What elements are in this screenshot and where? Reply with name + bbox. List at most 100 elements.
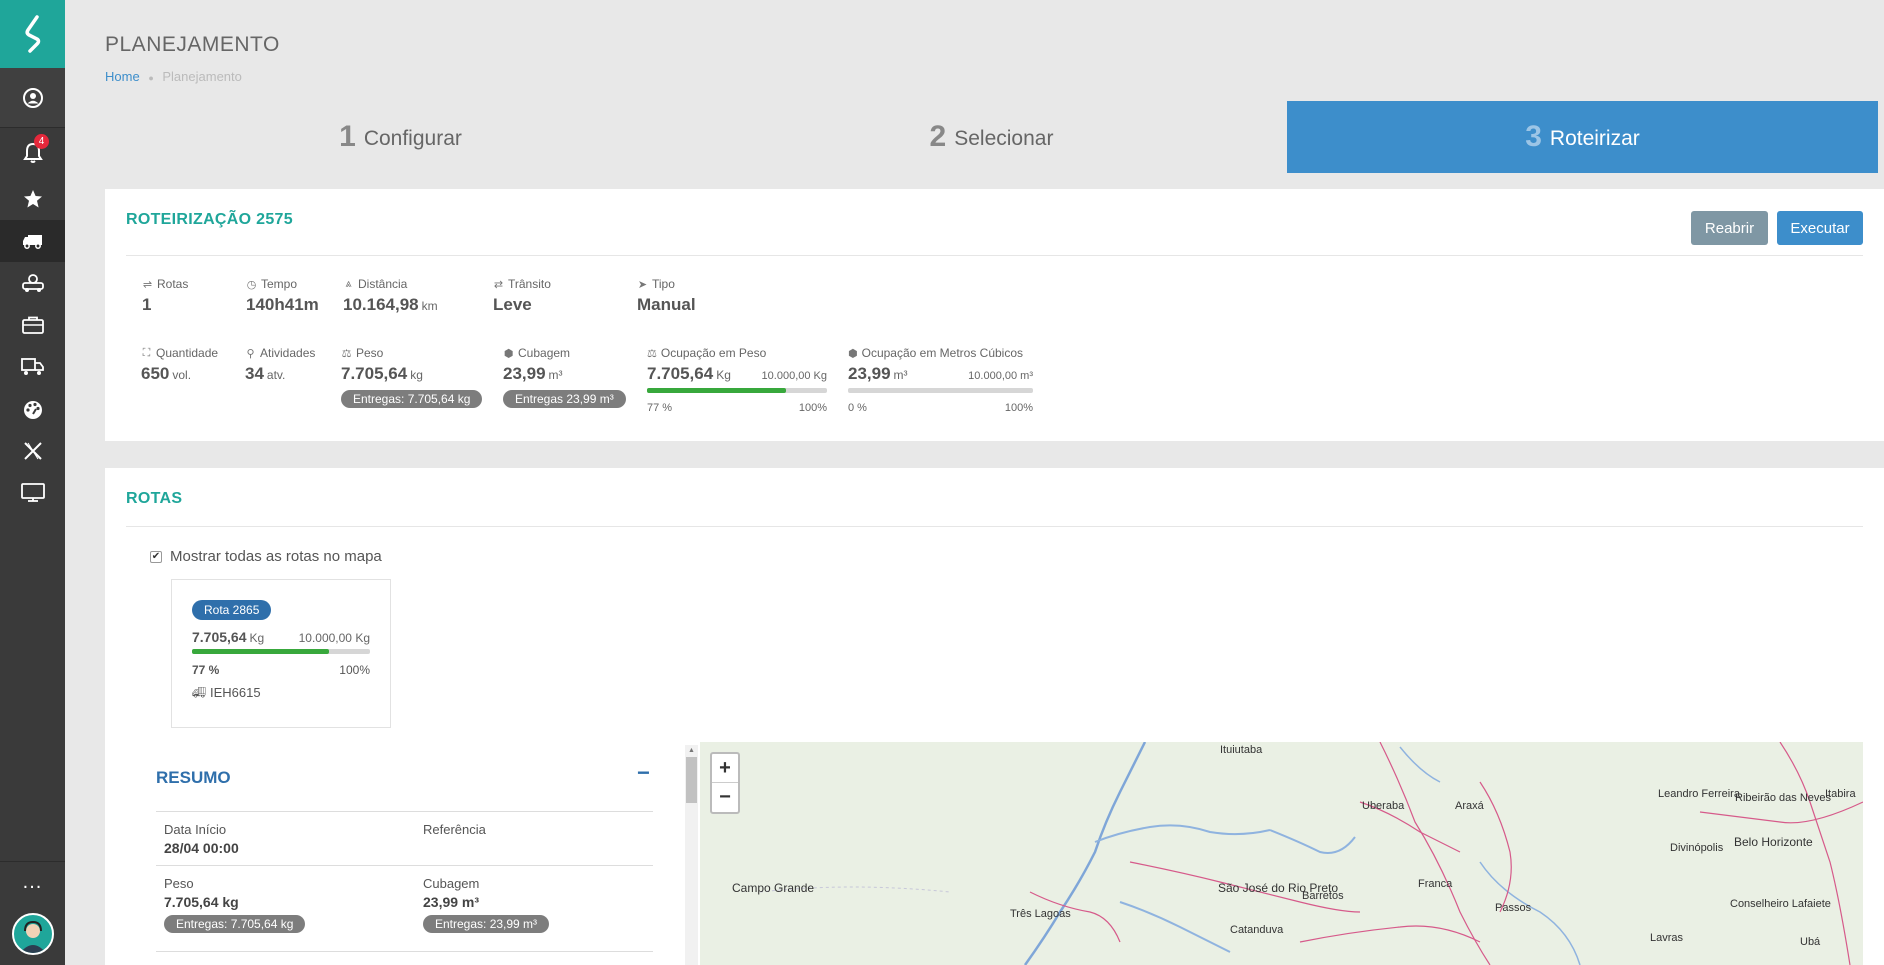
ocupacao-peso-max: 100% bbox=[798, 402, 827, 414]
cube-icon: ⬢ bbox=[848, 347, 858, 360]
route-card[interactable]: Rota 2865 7.705,64 Kg 10.000,00 Kg 77 % 10… bbox=[171, 579, 391, 728]
resumo-peso-pill: Entregas: 7.705,64 kg bbox=[164, 915, 306, 933]
breadcrumb-home[interactable]: Home bbox=[105, 69, 140, 84]
map-city-label: Divinópolis bbox=[1670, 842, 1724, 854]
stat-tempo: ◷ Tempo 140h41m bbox=[246, 277, 319, 315]
truck-group-icon bbox=[21, 274, 44, 292]
truck-icon bbox=[22, 235, 42, 249]
resumo-referencia: Referência bbox=[423, 822, 486, 840]
resumo-label: Peso bbox=[164, 876, 194, 891]
stat-unit: kg bbox=[410, 368, 423, 382]
step-label: Roteirizar bbox=[1549, 127, 1640, 150]
sidebar-item-favorites[interactable] bbox=[0, 178, 65, 220]
dashboard-icon bbox=[23, 401, 42, 419]
sidebar-item-profile[interactable] bbox=[0, 68, 65, 128]
stat-atividades: ⚲ Atividades 34 atv. bbox=[245, 346, 315, 384]
sidebar: 4 ... bbox=[0, 0, 65, 965]
stat-unit: vol. bbox=[172, 368, 192, 382]
zoom-out-button[interactable]: − bbox=[712, 783, 738, 812]
resumo-data-inicio: Data Início 28/04 00:00 bbox=[164, 822, 239, 856]
divider bbox=[156, 951, 653, 952]
monitor-icon bbox=[20, 483, 45, 502]
breadcrumb-separator: ● bbox=[148, 73, 154, 83]
scroll-thumb[interactable] bbox=[686, 757, 697, 803]
cube-icon: ⬢ bbox=[503, 347, 514, 360]
more-button[interactable]: ... bbox=[0, 861, 65, 903]
stat-value: 23,99 bbox=[503, 364, 546, 383]
map-city-label: Araxá bbox=[1455, 800, 1484, 812]
stat-unit: atv. bbox=[266, 368, 286, 382]
sidebar-item-tools[interactable] bbox=[0, 430, 65, 472]
map-city-label: Ribeirão das Neves bbox=[1735, 792, 1831, 804]
sidebar-item-dashboard[interactable] bbox=[0, 388, 65, 430]
sidebar-item-deliveries[interactable] bbox=[0, 346, 65, 388]
resumo-scrollbar[interactable]: ▲ bbox=[685, 745, 698, 965]
map-marker-icon: ⚲ bbox=[246, 347, 255, 360]
step-roteirizar[interactable]: 3 Roteirizar bbox=[1287, 101, 1878, 173]
sidebar-item-services[interactable] bbox=[0, 304, 65, 346]
stat-label: Tempo bbox=[261, 277, 298, 291]
stat-value: 1 bbox=[142, 295, 152, 314]
reabrir-button[interactable]: Reabrir bbox=[1691, 211, 1768, 245]
sidebar-item-monitor[interactable] bbox=[0, 472, 65, 514]
route-badge[interactable]: Rota 2865 bbox=[192, 600, 272, 620]
cubagem-entregas-pill: Entregas 23,99 m³ bbox=[503, 390, 626, 408]
app-logo[interactable] bbox=[0, 0, 65, 68]
ocupacao-cub-capacity: 10.000,00 m³ bbox=[968, 370, 1033, 382]
route-bar-fill bbox=[192, 649, 330, 654]
truck-list-icon bbox=[20, 358, 44, 375]
stat-label: Rotas bbox=[157, 277, 189, 291]
sidebar-item-fleet[interactable] bbox=[0, 262, 65, 304]
ocupacao-cubagem: ⬢ Ocupação em Metros Cúbicos 23,99 m³ 10.0… bbox=[848, 346, 1033, 414]
executar-button[interactable]: Executar bbox=[1777, 211, 1863, 245]
map-city-label: Campo Grande bbox=[732, 881, 815, 895]
sidebar-item-notifications[interactable]: 4 bbox=[0, 128, 65, 178]
ocupacao-peso-value: 7.705,64 bbox=[647, 364, 714, 383]
stat-cubagem: ⬢ Cubagem 23,99 m³ Entregas 23,99 m³ bbox=[503, 346, 626, 408]
avatar-icon bbox=[19, 920, 46, 953]
zoom-in-button[interactable]: + bbox=[712, 754, 738, 783]
map-city-label: Passos bbox=[1495, 902, 1532, 914]
ocupacao-peso-label: Ocupação em Peso bbox=[660, 346, 767, 360]
stat-peso: ⚖ Peso 7.705,64 kg Entregas: 7.705,64 kg bbox=[341, 346, 483, 408]
user-avatar-area[interactable] bbox=[0, 903, 65, 965]
step-selecionar[interactable]: 2 Selecionar bbox=[696, 101, 1287, 173]
stat-quantidade: ⛶ Quantidade 650 vol. bbox=[141, 346, 218, 384]
roteirizacao-panel: ROTEIRIZAÇÃO 2575 Reabrir Executar ⇌ Rota… bbox=[105, 189, 1884, 441]
map-zoom-control: + − bbox=[710, 752, 740, 814]
scroll-up-icon[interactable]: ▲ bbox=[685, 745, 698, 757]
route-percent: 77 % bbox=[192, 663, 220, 677]
avatar[interactable] bbox=[11, 913, 54, 955]
map-city-label: Itabira bbox=[1825, 788, 1856, 800]
sidebar-item-planning[interactable] bbox=[0, 220, 65, 262]
resumo-label: Referência bbox=[423, 822, 486, 837]
step-configurar[interactable]: 1 Configurar bbox=[105, 101, 696, 173]
divider bbox=[126, 526, 1863, 527]
resumo-label: Cubagem bbox=[423, 876, 480, 891]
stat-unit: m³ bbox=[548, 368, 563, 382]
route-map[interactable]: + − Ituiutaba Uberaba Araxá Leandro Ferr… bbox=[700, 742, 1863, 965]
stat-tipo: ➤ Tipo Manual bbox=[637, 277, 696, 315]
show-all-routes-row[interactable]: ✔ Mostrar todas as rotas no mapa bbox=[150, 548, 382, 565]
resumo-collapse-button[interactable]: − bbox=[637, 760, 650, 786]
show-all-routes-label[interactable]: Mostrar todas as rotas no mapa bbox=[170, 548, 382, 565]
exchange-icon: ⇄ bbox=[493, 278, 504, 291]
ocupacao-cub-label: Ocupação em Metros Cúbicos bbox=[861, 346, 1024, 360]
wizard-steps: 1 Configurar 2 Selecionar 3 Roteirizar bbox=[105, 101, 1878, 173]
ocupacao-cub-value: 23,99 bbox=[848, 364, 891, 383]
ocupacao-peso-unit: Kg bbox=[716, 368, 731, 382]
stat-label: Cubagem bbox=[518, 346, 571, 360]
ocupacao-peso-percent: 77 % bbox=[647, 402, 673, 414]
resumo-value: 7.705,64 kg bbox=[164, 894, 239, 910]
stat-label: Peso bbox=[356, 346, 384, 360]
user-icon bbox=[22, 87, 43, 108]
ocupacao-peso-fill bbox=[647, 388, 786, 393]
step-number: 1 bbox=[339, 120, 356, 153]
route-weight-unit: Kg bbox=[249, 631, 265, 645]
stat-value: 140h41m bbox=[246, 295, 319, 314]
map-city-label: Belo Horizonte bbox=[1734, 835, 1813, 849]
route-max: 100% bbox=[339, 663, 370, 677]
divider bbox=[156, 865, 653, 866]
stat-transito: ⇄ Trânsito Leve bbox=[493, 277, 551, 315]
show-all-routes-checkbox[interactable]: ✔ bbox=[150, 550, 162, 563]
